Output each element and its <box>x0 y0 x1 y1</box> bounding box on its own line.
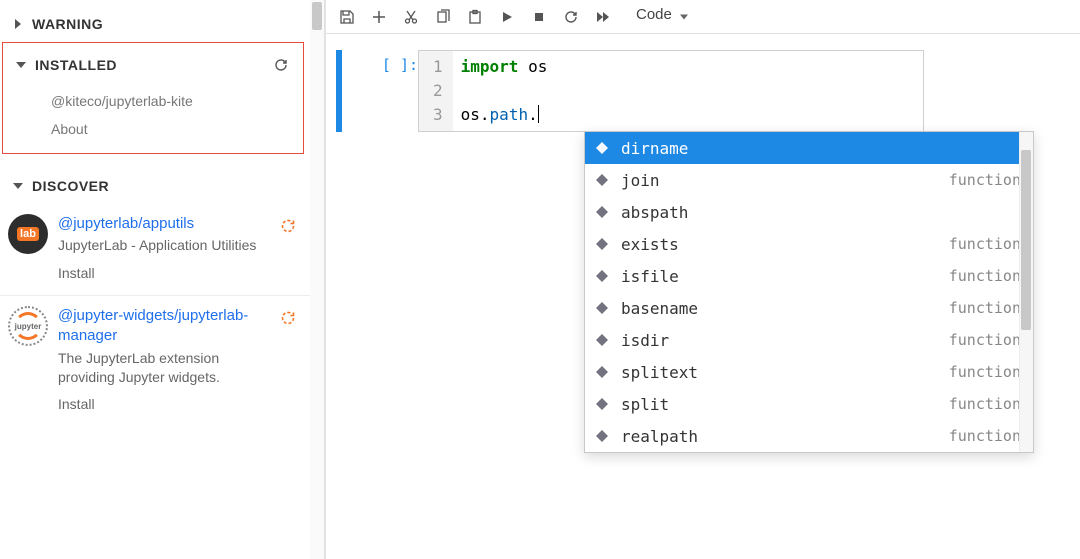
code-cell[interactable]: [ ]: 1 2 3 import os os.path. <box>336 50 1070 132</box>
autocomplete-item-type: function <box>949 427 1021 445</box>
autocomplete-item[interactable]: isfilefunction <box>585 260 1033 292</box>
cell-active-indicator <box>336 50 342 132</box>
autocomplete-item-name: isfile <box>621 267 949 286</box>
kite-diamond-icon <box>593 139 611 157</box>
autocomplete-item-name: join <box>621 171 949 190</box>
autocomplete-item-name: split <box>621 395 949 414</box>
autocomplete-item-type: function <box>949 331 1021 349</box>
autocomplete-item[interactable]: abspath <box>585 196 1033 228</box>
cell-type-value: Code <box>628 4 694 30</box>
autocomplete-item[interactable]: splitextfunction <box>585 356 1033 388</box>
ext-title[interactable]: @jupyter-widgets/jupyterlab-manager <box>58 306 276 347</box>
caret-down-icon <box>13 60 29 70</box>
section-installed[interactable]: INSTALLED <box>3 43 303 87</box>
autocomplete-item-type: function <box>949 235 1021 253</box>
section-installed-highlight: INSTALLED @kiteco/jupyterlab-kite About <box>2 42 304 154</box>
kite-diamond-icon <box>593 235 611 253</box>
kite-diamond-icon <box>593 267 611 285</box>
autocomplete-item-name: dirname <box>621 139 1021 158</box>
line-gutter: 1 2 3 <box>419 51 453 131</box>
autocomplete-item[interactable]: existsfunction <box>585 228 1033 260</box>
autocomplete-item-name: exists <box>621 235 949 254</box>
kite-diamond-icon <box>593 203 611 221</box>
autocomplete-item[interactable]: realpathfunction <box>585 420 1033 452</box>
discover-item-widgets[interactable]: jupyter @jupyter-widgets/jupyterlab-mana… <box>0 296 310 426</box>
autocomplete-item[interactable]: splitfunction <box>585 388 1033 420</box>
kite-diamond-icon <box>593 427 611 445</box>
autocomplete-item-type: function <box>949 395 1021 413</box>
refresh-orange-icon[interactable] <box>276 214 300 238</box>
autocomplete-item-type: function <box>949 171 1021 189</box>
section-discover[interactable]: DISCOVER <box>0 162 310 204</box>
refresh-icon[interactable] <box>269 53 293 77</box>
autocomplete-item-type: function <box>949 363 1021 381</box>
ext-title[interactable]: @jupyterlab/apputils <box>58 214 276 234</box>
autocomplete-popup[interactable]: dirnamejoinfunctionabspathexistsfunction… <box>584 131 1034 453</box>
kite-diamond-icon <box>593 299 611 317</box>
text-cursor <box>538 105 539 123</box>
autocomplete-item-name: splitext <box>621 363 949 382</box>
kite-diamond-icon <box>593 363 611 381</box>
scrollbar-thumb[interactable] <box>1021 150 1031 330</box>
autocomplete-item-type: function <box>949 267 1021 285</box>
section-installed-label: INSTALLED <box>29 57 269 73</box>
sidebar-scrollbar[interactable] <box>310 0 324 559</box>
autocomplete-item-name: abspath <box>621 203 1021 222</box>
run-all-icon[interactable] <box>588 3 618 31</box>
cell-prompt: [ ]: <box>364 50 418 74</box>
kite-diamond-icon <box>593 171 611 189</box>
copy-icon[interactable] <box>428 3 458 31</box>
installed-item-kite[interactable]: @kiteco/jupyterlab-kite <box>3 87 303 115</box>
autocomplete-item[interactable]: joinfunction <box>585 164 1033 196</box>
refresh-orange-icon[interactable] <box>276 306 300 330</box>
code-editor[interactable]: import os os.path. <box>453 51 923 131</box>
extension-sidebar: WARNING INSTALLED @kiteco/jupyterlab-kit… <box>0 0 325 559</box>
install-button[interactable]: Install <box>58 265 276 281</box>
section-warning[interactable]: WARNING <box>0 0 310 42</box>
add-cell-icon[interactable] <box>364 3 394 31</box>
save-icon[interactable] <box>332 3 362 31</box>
paste-icon[interactable] <box>460 3 490 31</box>
install-button[interactable]: Install <box>58 396 276 412</box>
autocomplete-item[interactable]: basenamefunction <box>585 292 1033 324</box>
cell-type-select[interactable]: Code <box>620 4 694 30</box>
stop-icon[interactable] <box>524 3 554 31</box>
autocomplete-item[interactable]: dirname <box>585 132 1033 164</box>
ext-desc: JupyterLab - Application Utilities <box>58 236 276 255</box>
autocomplete-item[interactable]: isdirfunction <box>585 324 1033 356</box>
autocomplete-item-name: basename <box>621 299 949 318</box>
cut-icon[interactable] <box>396 3 426 31</box>
autocomplete-item-type: function <box>949 299 1021 317</box>
kite-diamond-icon <box>593 395 611 413</box>
jupyterlab-logo-icon: lab <box>8 214 48 254</box>
run-icon[interactable] <box>492 3 522 31</box>
autocomplete-item-name: realpath <box>621 427 949 446</box>
section-warning-label: WARNING <box>26 16 300 32</box>
installed-item-about[interactable]: About <box>3 115 303 143</box>
autocomplete-scrollbar[interactable] <box>1019 132 1033 452</box>
scrollbar-thumb[interactable] <box>312 2 322 30</box>
autocomplete-item-name: isdir <box>621 331 949 350</box>
ext-desc: The JupyterLab extension providing Jupyt… <box>58 349 276 387</box>
caret-down-icon <box>10 181 26 191</box>
jupyter-logo-icon: jupyter <box>8 306 48 346</box>
notebook-toolbar: Code <box>326 0 1080 34</box>
discover-item-apputils[interactable]: lab @jupyterlab/apputils JupyterLab - Ap… <box>0 204 310 296</box>
caret-right-icon <box>10 19 26 29</box>
kite-diamond-icon <box>593 331 611 349</box>
restart-icon[interactable] <box>556 3 586 31</box>
section-discover-label: DISCOVER <box>26 178 300 194</box>
